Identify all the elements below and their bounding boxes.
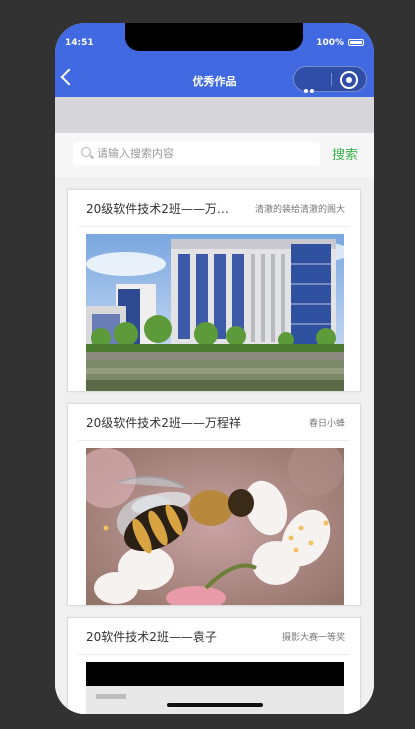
search-button[interactable]: 搜索 [332, 144, 358, 163]
bee-on-blossom-image[interactable] [86, 448, 344, 605]
card-header: 20级软件技术2班——万程祥 春日小蜂 [78, 404, 350, 441]
card-subtitle: 春日小蜂 [308, 419, 345, 429]
battery-icon [348, 39, 364, 46]
card-title: 20级软件技术2班——万程祥 [86, 416, 241, 430]
card-header: 20级软件技术2班——万… 清澈的装给清澈的阁大 [78, 190, 350, 227]
battery-percent: 100% [316, 38, 344, 48]
work-card[interactable]: 20级软件技术2班——万程祥 春日小蜂 [67, 403, 361, 606]
work-card[interactable]: 20级软件技术2班——万… 清澈的装给清澈的阁大 [67, 189, 361, 392]
banner-area [55, 97, 374, 133]
works-list: 20级软件技术2班——万… 清澈的装给清澈的阁大 20级软件技术2班——万程祥 … [55, 177, 374, 714]
card-header: 20软件技术2班——袁子 摄影大赛一等奖 [78, 618, 350, 655]
notch [125, 23, 303, 51]
nav-bar: 优秀作品 [55, 61, 374, 112]
card-subtitle: 清澈的装给清澈的阁大 [254, 205, 345, 215]
mini-program-capsule [293, 66, 367, 112]
campus-building-image[interactable] [86, 234, 344, 391]
close-program-icon[interactable] [340, 71, 358, 89]
work-card[interactable]: 20软件技术2班——袁子 摄影大赛一等奖 [67, 617, 361, 714]
card-subtitle: 摄影大赛一等奖 [281, 633, 345, 643]
status-time: 14:51 [65, 38, 94, 48]
card-title: 20级软件技术2班——万… [86, 202, 229, 216]
more-icon[interactable] [304, 78, 320, 112]
search-box [73, 142, 320, 165]
search-icon [81, 147, 91, 157]
card-title: 20软件技术2班——袁子 [86, 630, 217, 644]
search-bar: 搜索 [55, 133, 374, 177]
phone-frame: 14:51 100% 优秀作品 搜索 20级软件技术2班——万… 清澈的装给清澈… [55, 23, 374, 714]
capsule-divider [331, 73, 332, 86]
home-indicator [167, 703, 263, 707]
search-input[interactable] [97, 142, 307, 165]
